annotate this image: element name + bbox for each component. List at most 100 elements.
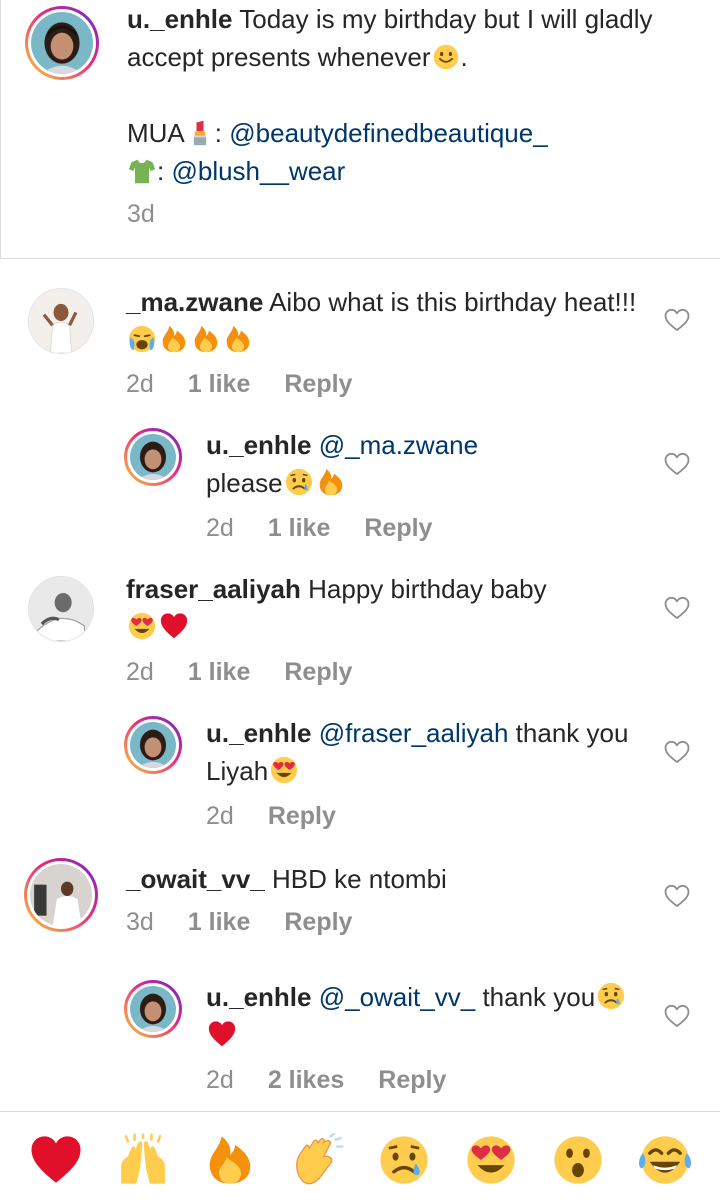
red-heart-icon: [207, 1019, 237, 1049]
comment-item: _ma.zwane Aibo what is this birthday hea…: [126, 283, 656, 359]
comment-item: u._enhle @_owait_vv_ thank you: [206, 978, 656, 1054]
sad-sweat-face-icon: [377, 1133, 431, 1187]
comment-item: fraser_aaliyah Happy birthday baby: [126, 570, 656, 646]
reaction-surprised-button[interactable]: [549, 1131, 607, 1189]
comment-meta: 2d Reply: [206, 802, 336, 831]
sad-sweat-face-icon: [284, 467, 314, 497]
reactions-divider: [0, 1111, 720, 1112]
caption-avatar[interactable]: [25, 6, 99, 80]
like-heart-icon[interactable]: [664, 308, 690, 332]
comment-text: HBD ke ntombi: [271, 864, 447, 894]
comment-time: 2d: [206, 802, 234, 830]
comment-mention-link[interactable]: @_ma.zwane: [319, 430, 478, 460]
comment-username[interactable]: u._enhle: [206, 430, 311, 460]
fire-icon: [203, 1133, 257, 1187]
sad-sweat-face-icon: [596, 981, 626, 1011]
comment-time: 2d: [206, 514, 234, 542]
t-shirt-icon: [128, 157, 156, 185]
comment-avatar[interactable]: [124, 980, 182, 1038]
caption-time: 3d: [127, 200, 155, 228]
comment-time: 3d: [126, 908, 154, 936]
profile-photo-icon: [130, 434, 176, 480]
like-count[interactable]: 1 like: [188, 908, 251, 937]
profile-photo-icon: [130, 986, 176, 1032]
comment-item: u._enhle @_ma.zwane please: [206, 426, 656, 502]
surprised-face-icon: [551, 1133, 605, 1187]
comment-username[interactable]: u._enhle: [206, 982, 311, 1012]
profile-photo-icon: [31, 12, 93, 74]
caption-credits: MUA: @beautydefinedbeautique_: [127, 114, 687, 152]
raising-hands-icon: [116, 1133, 170, 1187]
comment-username[interactable]: _owait_vv_: [126, 864, 265, 894]
fire-icon: [316, 467, 346, 497]
reply-button[interactable]: Reply: [378, 1066, 446, 1095]
comment-avatar[interactable]: [28, 576, 94, 642]
reaction-clapping-button[interactable]: [288, 1131, 346, 1189]
caption-username[interactable]: u._enhle: [127, 4, 232, 34]
heart-eyes-face-icon: [269, 755, 299, 785]
comment-avatar[interactable]: [24, 858, 98, 932]
comment-meta: 2d 1 like Reply: [126, 658, 352, 687]
comment-avatar[interactable]: [124, 716, 182, 774]
heart-eyes-face-icon: [127, 611, 157, 641]
reaction-heart-button[interactable]: [27, 1131, 85, 1189]
comment-mention-link[interactable]: @_owait_vv_: [319, 982, 475, 1012]
comment-text: thank you: [482, 982, 596, 1012]
comment-username[interactable]: fraser_aaliyah: [126, 574, 301, 604]
reply-button[interactable]: Reply: [284, 370, 352, 399]
reaction-fire-button[interactable]: [201, 1131, 259, 1189]
comment-username[interactable]: _ma.zwane: [126, 287, 263, 317]
comment-time: 2d: [126, 658, 154, 686]
like-count[interactable]: 1 like: [188, 658, 251, 687]
comment-meta: 3d 1 like Reply: [126, 908, 352, 937]
smiling-face-icon: [432, 43, 460, 71]
comment-mention-link[interactable]: @fraser_aaliyah: [319, 718, 509, 748]
comment-item: u._enhle @fraser_aaliyah thank you Liyah: [206, 714, 656, 790]
reply-button[interactable]: Reply: [284, 658, 352, 687]
like-count[interactable]: 1 like: [188, 370, 251, 399]
like-heart-icon[interactable]: [664, 596, 690, 620]
like-count[interactable]: 1 like: [268, 514, 331, 543]
shirt-mention-link[interactable]: @blush__wear: [171, 156, 345, 186]
comment-text: Happy birthday baby: [308, 574, 547, 604]
comment-username[interactable]: u._enhle: [206, 718, 311, 748]
like-heart-icon[interactable]: [664, 452, 690, 476]
caption-text: u._enhle Today is my birthday but I will…: [127, 0, 687, 76]
caption-shirt-credit: : @blush__wear: [127, 152, 687, 190]
crying-face-icon: [127, 324, 157, 354]
reply-button[interactable]: Reply: [364, 514, 432, 543]
like-heart-icon[interactable]: [664, 1004, 690, 1028]
comment-avatar[interactable]: [28, 288, 94, 354]
reaction-sad-button[interactable]: [375, 1131, 433, 1189]
heart-eyes-face-icon: [464, 1133, 518, 1187]
mua-label: MUA: [127, 118, 185, 148]
reaction-tears-of-joy-button[interactable]: [636, 1131, 694, 1189]
fire-icon: [191, 324, 221, 354]
comment-meta: 2d 1 like Reply: [206, 514, 432, 543]
comment-time: 2d: [126, 370, 154, 398]
caption-section: u._enhle Today is my birthday but I will…: [0, 0, 720, 258]
caption-meta: 3d: [127, 200, 155, 229]
mua-colon: :: [214, 118, 223, 148]
comment-text: Aibo what is this birthday heat!!!: [269, 287, 637, 317]
profile-photo-icon: [29, 289, 93, 353]
reaction-raising-hands-button[interactable]: [114, 1131, 172, 1189]
caption-divider: [0, 258, 720, 259]
lipstick-icon: [186, 119, 214, 147]
profile-photo-icon: [30, 864, 92, 926]
reply-button[interactable]: Reply: [268, 802, 336, 831]
tears-of-joy-face-icon: [638, 1133, 692, 1187]
like-count[interactable]: 2 likes: [268, 1066, 344, 1095]
red-heart-icon: [28, 1132, 84, 1188]
comment-item: _owait_vv_ HBD ke ntombi: [126, 860, 656, 898]
red-heart-icon: [159, 611, 189, 641]
profile-photo-icon: [130, 722, 176, 768]
reply-button[interactable]: Reply: [284, 908, 352, 937]
profile-photo-icon: [29, 577, 93, 641]
reaction-heart-eyes-button[interactable]: [462, 1131, 520, 1189]
comment-avatar[interactable]: [124, 428, 182, 486]
comment-meta: 2d 2 likes Reply: [206, 1066, 446, 1095]
like-heart-icon[interactable]: [664, 740, 690, 764]
mua-mention-link[interactable]: @beautydefinedbeautique_: [229, 118, 547, 148]
like-heart-icon[interactable]: [664, 884, 690, 908]
